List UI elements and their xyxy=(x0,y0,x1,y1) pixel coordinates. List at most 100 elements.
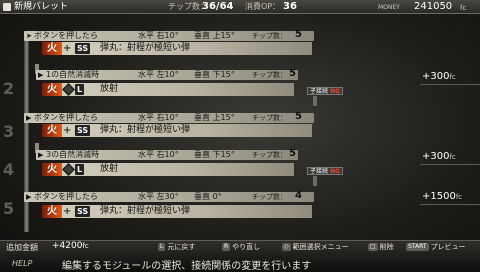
top-bar: 新規バレット チップ数： 36/64 消費OP： 36 MONEY 241050… xyxy=(0,0,480,14)
plus-icon: + xyxy=(63,125,72,136)
module-body[interactable]: 火 + SS 弾丸：射程が極短い弾 xyxy=(42,205,312,218)
consume-op-value: 36 xyxy=(283,1,297,12)
module-description: 放射 xyxy=(100,164,119,174)
diamond-icon xyxy=(62,163,75,176)
module-vertical: 垂直 下15° xyxy=(194,70,235,79)
fire-element-icon: 火 xyxy=(42,42,62,55)
divider xyxy=(420,84,480,85)
cost-unit: fc xyxy=(455,193,463,201)
module-chip-count: 5 xyxy=(295,111,302,122)
range-select-menu-label: 範囲選択メニュー xyxy=(292,243,349,251)
help-label: HELP xyxy=(12,259,33,268)
fire-element-icon: 火 xyxy=(42,124,62,137)
money-label: MONEY xyxy=(378,4,400,11)
size-badge: L xyxy=(75,164,85,175)
redo-label: やり直し xyxy=(232,243,261,251)
square-button-icon: □ xyxy=(368,243,378,251)
preview-label: プレビュー xyxy=(430,243,466,251)
money-value: 241050 xyxy=(414,1,453,12)
plus-icon: + xyxy=(63,206,72,217)
play-arrow-icon: ▶ xyxy=(26,193,32,201)
module-description: 放射 xyxy=(100,84,119,94)
plus-icon: + xyxy=(63,43,72,54)
child-connect-ng-badge: 子接続 NG xyxy=(307,87,343,95)
row-number: 3 xyxy=(3,122,15,141)
module-chip-label: チップ数： xyxy=(252,32,287,40)
module-header[interactable]: ▶ ボタンを押したら 水平 左30° 垂直 0° チップ数： 4 xyxy=(24,190,314,202)
play-arrow-icon: ▶ xyxy=(38,151,44,159)
added-cost: +300fc xyxy=(422,151,456,162)
preview-control[interactable]: START プレビュー xyxy=(406,242,466,252)
module-chip-count: 4 xyxy=(295,190,302,201)
row-number: 5 xyxy=(3,199,15,218)
cost-unit: fc xyxy=(449,73,456,81)
consume-op-label: 消費OP： xyxy=(245,2,281,11)
delete-control[interactable]: □ 削除 xyxy=(368,242,394,252)
ng-post xyxy=(313,176,317,186)
module-chip-label: チップ数： xyxy=(252,193,287,201)
play-arrow-icon: ▶ xyxy=(26,114,32,122)
ng-post xyxy=(313,96,317,106)
cost-value: +300 xyxy=(422,71,450,82)
module-header[interactable]: ➤ ボタンを押したら 水平 右10° 垂直 上15° チップ数： 5 xyxy=(24,29,314,41)
triangle-button-icon: ◇ xyxy=(282,243,291,251)
cost-value: +300 xyxy=(422,151,450,162)
added-cost: +1500fc xyxy=(422,191,462,202)
redo-control[interactable]: R やり直し xyxy=(222,242,260,252)
additional-cost-value: +4200 xyxy=(52,241,83,251)
module-chip-count: 5 xyxy=(289,68,296,79)
undo-label: 元に戻す xyxy=(167,243,196,251)
start-button-icon: START xyxy=(406,243,429,251)
fire-element-icon: 火 xyxy=(42,205,62,218)
play-arrow-icon: ▶ xyxy=(38,71,44,79)
module-header[interactable]: ▶ 1の自然消滅時 水平 左10° 垂直 下15° チップ数： 5 xyxy=(36,68,298,80)
module-chip-count: 5 xyxy=(295,29,302,40)
chip-count-value: 36/64 xyxy=(202,1,234,12)
row-number: 4 xyxy=(3,160,15,179)
module-horizontal: 水平 右10° xyxy=(138,31,179,40)
module-horizontal: 水平 右10° xyxy=(138,113,179,122)
module-horizontal: 水平 右10° xyxy=(138,150,179,159)
module-vertical: 垂直 下15° xyxy=(194,150,235,159)
fire-element-icon: 火 xyxy=(42,163,62,176)
range-select-menu-control[interactable]: ◇ 範囲選択メニュー xyxy=(282,242,349,252)
module-body[interactable]: 火 + SS 弾丸：射程が極短い弾 xyxy=(42,42,312,55)
cursor-pointer-icon: ➤ xyxy=(26,32,32,40)
delete-label: 削除 xyxy=(379,243,394,251)
module-body[interactable]: 火 L 放射 xyxy=(42,163,294,176)
module-vertical: 垂直 上15° xyxy=(194,113,235,122)
module-condition: 3の自然消滅時 xyxy=(46,150,100,159)
module-chip-label: チップ数： xyxy=(252,151,287,159)
divider xyxy=(420,164,480,165)
cost-unit: fc xyxy=(449,153,456,161)
help-text: 編集するモジュールの選択、接続関係の変更を行います xyxy=(62,261,312,272)
ng-value: NG xyxy=(329,88,340,95)
undo-control[interactable]: L 元に戻す xyxy=(158,242,195,252)
divider xyxy=(420,204,480,205)
size-badge: SS xyxy=(75,125,91,136)
added-cost: +300fc xyxy=(422,71,456,82)
module-body[interactable]: 火 L 放射 xyxy=(42,83,294,96)
additional-cost-unit: fc xyxy=(82,242,89,250)
module-description: 弾丸：射程が極短い弾 xyxy=(100,125,191,135)
child-connect-label: 子接続 xyxy=(310,168,329,175)
module-header[interactable]: ▶ ボタンを押したら 水平 右10° 垂直 上15° チップ数： 5 xyxy=(24,111,314,123)
module-condition: ボタンを押したら xyxy=(34,192,98,201)
module-description: 弾丸：射程が極短い弾 xyxy=(100,206,191,216)
money-unit: fc xyxy=(460,4,467,12)
module-condition: ボタンを押したら xyxy=(34,31,98,40)
module-chip-label: チップ数： xyxy=(252,114,287,122)
size-badge: SS xyxy=(75,206,91,217)
module-chip-label: チップ数： xyxy=(252,71,287,79)
module-vertical: 垂直 0° xyxy=(194,192,222,201)
size-badge: SS xyxy=(75,43,91,54)
module-condition: ボタンを押したら xyxy=(34,113,98,122)
row-number: 2 xyxy=(3,79,15,98)
module-vertical: 垂直 上15° xyxy=(194,31,235,40)
ng-value: NG xyxy=(329,168,340,175)
child-connect-ng-badge: 子接続 NG xyxy=(307,167,343,175)
child-connect-label: 子接続 xyxy=(310,88,329,95)
module-body[interactable]: 火 + SS 弾丸：射程が極短い弾 xyxy=(42,124,312,137)
cost-value: +1500 xyxy=(422,191,456,202)
module-header[interactable]: ▶ 3の自然消滅時 水平 右10° 垂直 下15° チップ数： 5 xyxy=(36,149,298,160)
